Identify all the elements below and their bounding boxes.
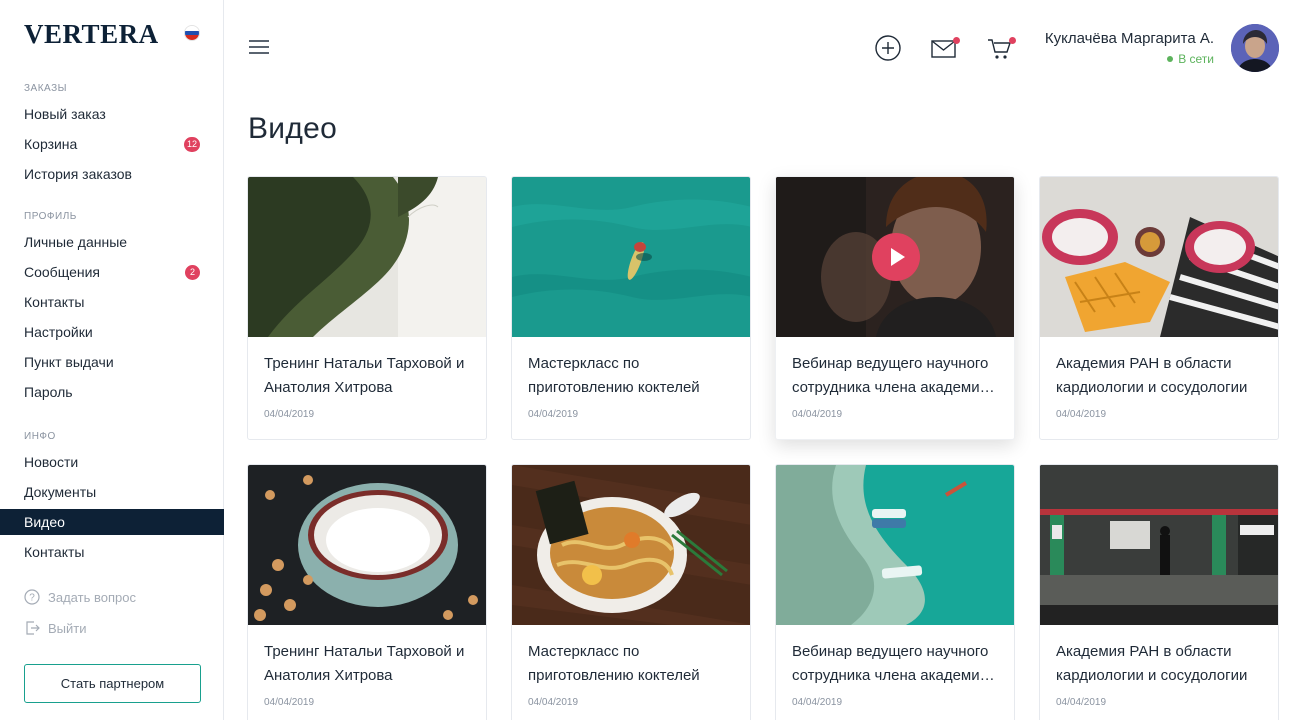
sidebar-item-new-order[interactable]: Новый заказ [0, 101, 224, 127]
video-title: Академия РАН в области кардиологии и сос… [1056, 355, 1248, 396]
sidebar-item-contacts-profile[interactable]: Контакты [0, 289, 224, 315]
video-title: Мастеркласс по приготовлению коктелей [528, 355, 700, 396]
become-partner-button[interactable]: Стать партнером [24, 664, 201, 703]
video-date: 04/04/2019 [528, 409, 579, 420]
video-card[interactable]: Тренинг Натальи Тарховой и Анатолия Хитр… [247, 176, 487, 440]
video-date: 04/04/2019 [264, 697, 315, 708]
russia-flag-icon[interactable] [184, 25, 200, 41]
video-thumbnail [248, 177, 486, 337]
sidebar-item-settings[interactable]: Настройки [0, 319, 224, 345]
sidebar: VERTERA ЗАКАЗЫ Новый заказ Корзина 12 Ист… [0, 0, 224, 720]
video-title: Вебинар ведущего научного сотрудника чле… [792, 643, 995, 684]
logout-link[interactable]: Выйти [24, 620, 87, 636]
video-thumbnail [248, 465, 486, 625]
messages-count-badge: 2 [185, 265, 200, 280]
play-button-icon[interactable] [872, 233, 920, 281]
video-card[interactable]: Вебинар ведущего научного сотрудника чле… [775, 176, 1015, 440]
svg-text:?: ? [29, 593, 35, 604]
video-card[interactable]: Тренинг Натальи Тарховой и Анатолия Хитр… [247, 464, 487, 720]
sidebar-item-pickup-point[interactable]: Пункт выдачи [0, 349, 224, 375]
sidebar-item-order-history[interactable]: История заказов [0, 161, 224, 187]
video-thumbnail [776, 465, 1014, 625]
video-title: Вебинар ведущего научного сотрудника чле… [792, 355, 995, 396]
menu-icon[interactable] [249, 40, 269, 56]
sidebar-item-documents[interactable]: Документы [0, 479, 224, 505]
sidebar-item-messages[interactable]: Сообщения 2 [0, 259, 224, 285]
video-date: 04/04/2019 [792, 409, 843, 420]
mail-icon[interactable] [930, 34, 960, 62]
video-card[interactable]: Академия РАН в области кардиологии и сос… [1039, 176, 1279, 440]
question-circle-icon: ? [24, 589, 40, 605]
logout-label: Выйти [48, 620, 87, 636]
section-label-profile: ПРОФИЛЬ [24, 211, 77, 222]
video-thumbnail [512, 177, 750, 337]
video-date: 04/04/2019 [264, 409, 315, 420]
video-thumbnail [1040, 177, 1278, 337]
ask-question-link[interactable]: ? Задать вопрос [24, 589, 136, 605]
video-title: Академия РАН в области кардиологии и сос… [1056, 643, 1248, 684]
video-thumbnail [776, 177, 1014, 337]
video-card[interactable]: Мастеркласс по приготовлению коктелей 04… [511, 464, 751, 720]
cart-icon[interactable] [986, 34, 1016, 62]
online-dot-icon [1167, 56, 1174, 62]
video-card[interactable]: Мастеркласс по приготовлению коктелей 04… [511, 176, 751, 440]
page-title: Видео [248, 112, 338, 145]
video-title: Тренинг Натальи Тарховой и Анатолия Хитр… [264, 643, 465, 684]
video-card[interactable]: Вебинар ведущего научного сотрудника чле… [775, 464, 1015, 720]
avatar[interactable] [1231, 24, 1279, 72]
video-date: 04/04/2019 [1056, 409, 1107, 420]
vertera-logo[interactable]: VERTERA [24, 19, 159, 50]
sidebar-item-video[interactable]: Видео [0, 509, 224, 535]
cart-count-badge: 12 [183, 137, 200, 152]
sidebar-item-contacts-info[interactable]: Контакты [0, 539, 224, 565]
video-title: Тренинг Натальи Тарховой и Анатолия Хитр… [264, 355, 465, 396]
video-thumbnail [1040, 465, 1278, 625]
add-circle-icon[interactable] [874, 34, 902, 62]
video-date: 04/04/2019 [792, 697, 843, 708]
video-thumbnail [512, 465, 750, 625]
user-name[interactable]: Куклачёва Маргарита А. [1045, 30, 1214, 47]
video-title: Мастеркласс по приготовлению коктелей [528, 643, 700, 684]
user-status: В сети [1167, 52, 1214, 66]
ask-question-label: Задать вопрос [48, 589, 136, 605]
sidebar-item-password[interactable]: Пароль [0, 379, 224, 405]
video-date: 04/04/2019 [1056, 697, 1107, 708]
section-label-orders: ЗАКАЗЫ [24, 83, 67, 94]
video-card[interactable]: Академия РАН в области кардиологии и сос… [1039, 464, 1279, 720]
mail-notification-dot [953, 37, 960, 44]
sidebar-item-personal-data[interactable]: Личные данные [0, 229, 224, 255]
logout-icon [26, 621, 40, 635]
section-label-info: ИНФО [24, 431, 56, 442]
sidebar-item-cart[interactable]: Корзина 12 [0, 131, 224, 157]
cart-notification-dot [1009, 37, 1016, 44]
sidebar-item-news[interactable]: Новости [0, 449, 224, 475]
video-date: 04/04/2019 [528, 697, 579, 708]
